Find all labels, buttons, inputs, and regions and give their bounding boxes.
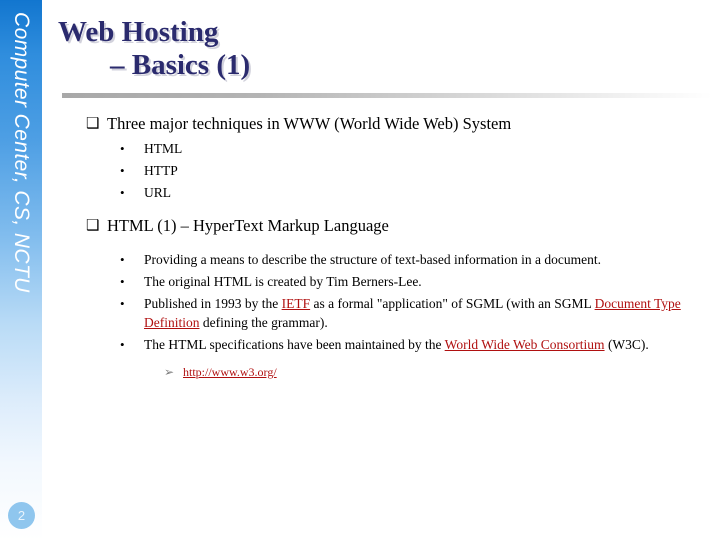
section-heading-2-text: HTML (1) – HyperText Markup Language [107,216,389,235]
sidebar-vertical-label: Computer Center, CS, NCTU [10,12,33,293]
list-item-text: The HTML specifications have been mainta… [144,335,694,354]
title-line-2: – Basics (1) [110,49,251,81]
title-line-1: Web Hosting [58,16,219,48]
list-item: • URL [86,183,694,202]
list-item-text: HTML [144,141,183,156]
item-text-after-link: (W3C). [604,337,649,352]
section-heading-1-text: Three major techniques in WWW (World Wid… [107,114,512,133]
w3-org-url-link[interactable]: http://www.w3.org/ [183,363,277,381]
item-text-middle: as a formal "application" of SGML (with … [310,296,595,311]
w3c-consortium-link[interactable]: World Wide Web Consortium [445,337,605,352]
section-heading-1: ❑ Three major techniques in WWW (World W… [86,113,694,135]
section-1-items: • HTML • HTTP • URL [86,139,694,202]
sub-list-item: ➢ http://www.w3.org/ [86,363,694,381]
page-title: Web Hosting – Basics (1) [58,16,698,82]
dot-bullet-icon: • [120,252,125,267]
list-item: • Published in 1993 by the IETF as a for… [86,294,694,332]
list-item-text: Published in 1993 by the IETF as a forma… [144,294,694,332]
list-item-text: Providing a means to describe the struct… [144,252,601,267]
list-item: • The original HTML is created by Tim Be… [86,272,694,291]
title-divider [62,93,712,98]
sidebar-banner: Computer Center, CS, NCTU 2 [0,0,42,540]
arrow-bullet-icon: ➢ [164,365,175,379]
list-item: • HTML [86,139,694,158]
dot-bullet-icon: • [120,163,125,178]
list-item-text: HTTP [144,163,178,178]
section-2-items: • Providing a means to describe the stru… [86,250,694,381]
item-text-before-link: Published in 1993 by the [144,296,282,311]
list-item-text: URL [144,185,171,200]
slide-body: ❑ Three major techniques in WWW (World W… [86,113,694,387]
ietf-link[interactable]: IETF [282,296,311,311]
page-number-badge: 2 [8,502,35,529]
section-heading-2: ❑ HTML (1) – HyperText Markup Language [86,215,694,237]
dot-bullet-icon: • [120,185,125,200]
dot-bullet-icon: • [120,141,125,156]
list-item: • The HTML specifications have been main… [86,335,694,354]
dot-bullet-icon: • [120,296,125,311]
item-text-after-link: defining the grammar). [199,315,328,330]
dot-bullet-icon: • [120,337,125,352]
dot-bullet-icon: • [120,274,125,289]
list-item-text: The original HTML is created by Tim Bern… [144,274,422,289]
list-item: • HTTP [86,161,694,180]
list-item: • Providing a means to describe the stru… [86,250,694,269]
item-text-before-link: The HTML specifications have been mainta… [144,337,445,352]
heading-spacer [86,239,694,246]
square-bullet-icon: ❑ [86,116,100,132]
square-bullet-icon: ❑ [86,218,100,234]
